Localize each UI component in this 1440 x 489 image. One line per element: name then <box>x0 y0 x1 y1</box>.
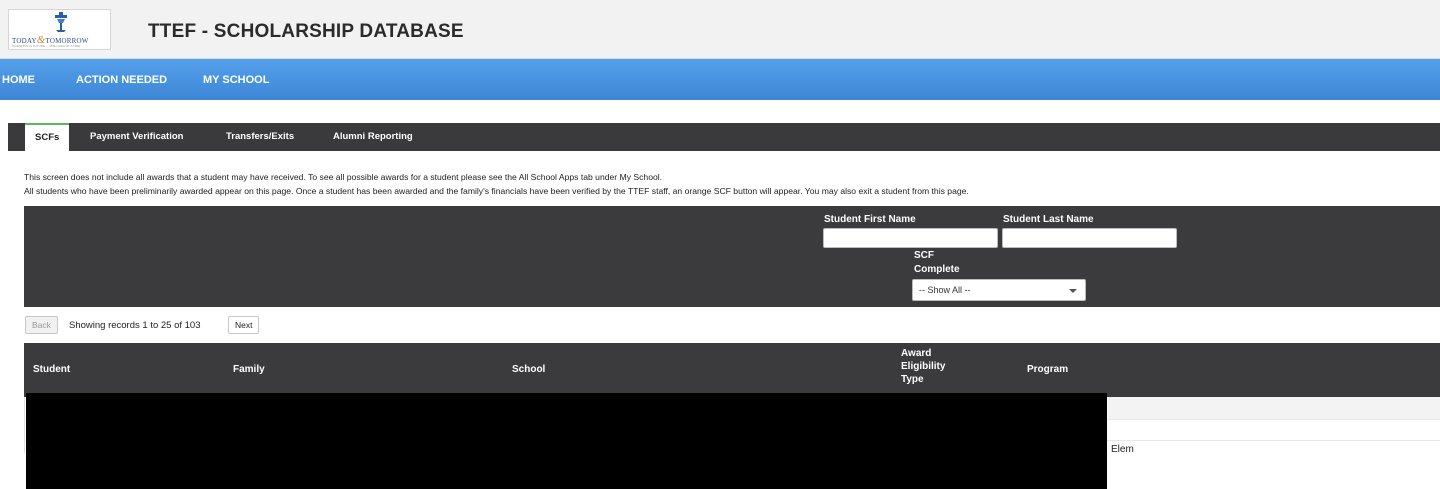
column-header-award-line1[interactable]: Award <box>901 348 931 359</box>
records-count: Showing records 1 to 25 of 103 <box>69 320 201 331</box>
column-header-school[interactable]: School <box>512 364 545 375</box>
table-row[interactable] <box>1108 397 1440 419</box>
tab-scfs[interactable]: SCFs <box>25 123 70 151</box>
torch-logo-icon <box>55 12 67 32</box>
column-header-program[interactable]: Program <box>1027 364 1068 375</box>
nav-home[interactable]: HOME <box>2 74 35 86</box>
nav-action-needed[interactable]: ACTION NEEDED <box>76 74 167 86</box>
column-header-award-line2[interactable]: Eligibility <box>901 361 945 372</box>
first-name-input[interactable] <box>823 228 998 248</box>
info-text-line1: This screen does not include all awards … <box>24 172 663 182</box>
tab-payment-verification[interactable]: Payment Verification <box>90 123 183 151</box>
column-header-student[interactable]: Student <box>33 364 70 375</box>
main-nav: HOME ACTION NEEDED MY SCHOOL <box>0 59 1440 100</box>
next-button[interactable]: Next <box>228 316 260 334</box>
last-name-input[interactable] <box>1002 228 1177 248</box>
scf-complete-label-line2: Complete <box>914 264 960 275</box>
nav-my-school[interactable]: MY SCHOOL <box>203 74 269 86</box>
page-title: TTEF - SCHOLARSHIP DATABASE <box>148 21 464 42</box>
scf-complete-label-line1: SCF <box>914 250 934 261</box>
redaction-block <box>26 393 1107 489</box>
program-cell: Elem <box>1111 444 1134 453</box>
first-name-label: Student First Name <box>824 214 916 225</box>
scf-complete-select[interactable]: -- Show All -- <box>912 279 1086 301</box>
column-header-family[interactable]: Family <box>233 364 265 375</box>
tab-alumni-reporting[interactable]: Alumni Reporting <box>333 123 413 151</box>
column-header-award-line3[interactable]: Type <box>901 374 924 385</box>
back-button[interactable]: Back <box>25 316 58 334</box>
tab-bar: SCFs Payment Verification Transfers/Exit… <box>8 123 1440 151</box>
info-text-line2: All students who have been preliminarily… <box>24 186 969 196</box>
app-header: TODAY&TOMORROW INVESTING IN FUTURE ... O… <box>0 0 1440 59</box>
chevron-down-icon <box>1069 289 1077 293</box>
tab-transfers-exits[interactable]: Transfers/Exits <box>226 123 294 151</box>
filter-panel: Student First Name Student Last Name SCF… <box>24 206 1440 307</box>
table-header: Student Family School Award Eligibility … <box>24 343 1440 397</box>
scf-complete-selected-value: -- Show All -- <box>919 285 971 295</box>
last-name-label: Student Last Name <box>1003 214 1094 225</box>
ttef-logo[interactable]: TODAY&TOMORROW INVESTING IN FUTURE ... O… <box>8 9 111 50</box>
logo-tagline: INVESTING IN FUTURE ... ONE CHILD AT A T… <box>12 44 81 48</box>
